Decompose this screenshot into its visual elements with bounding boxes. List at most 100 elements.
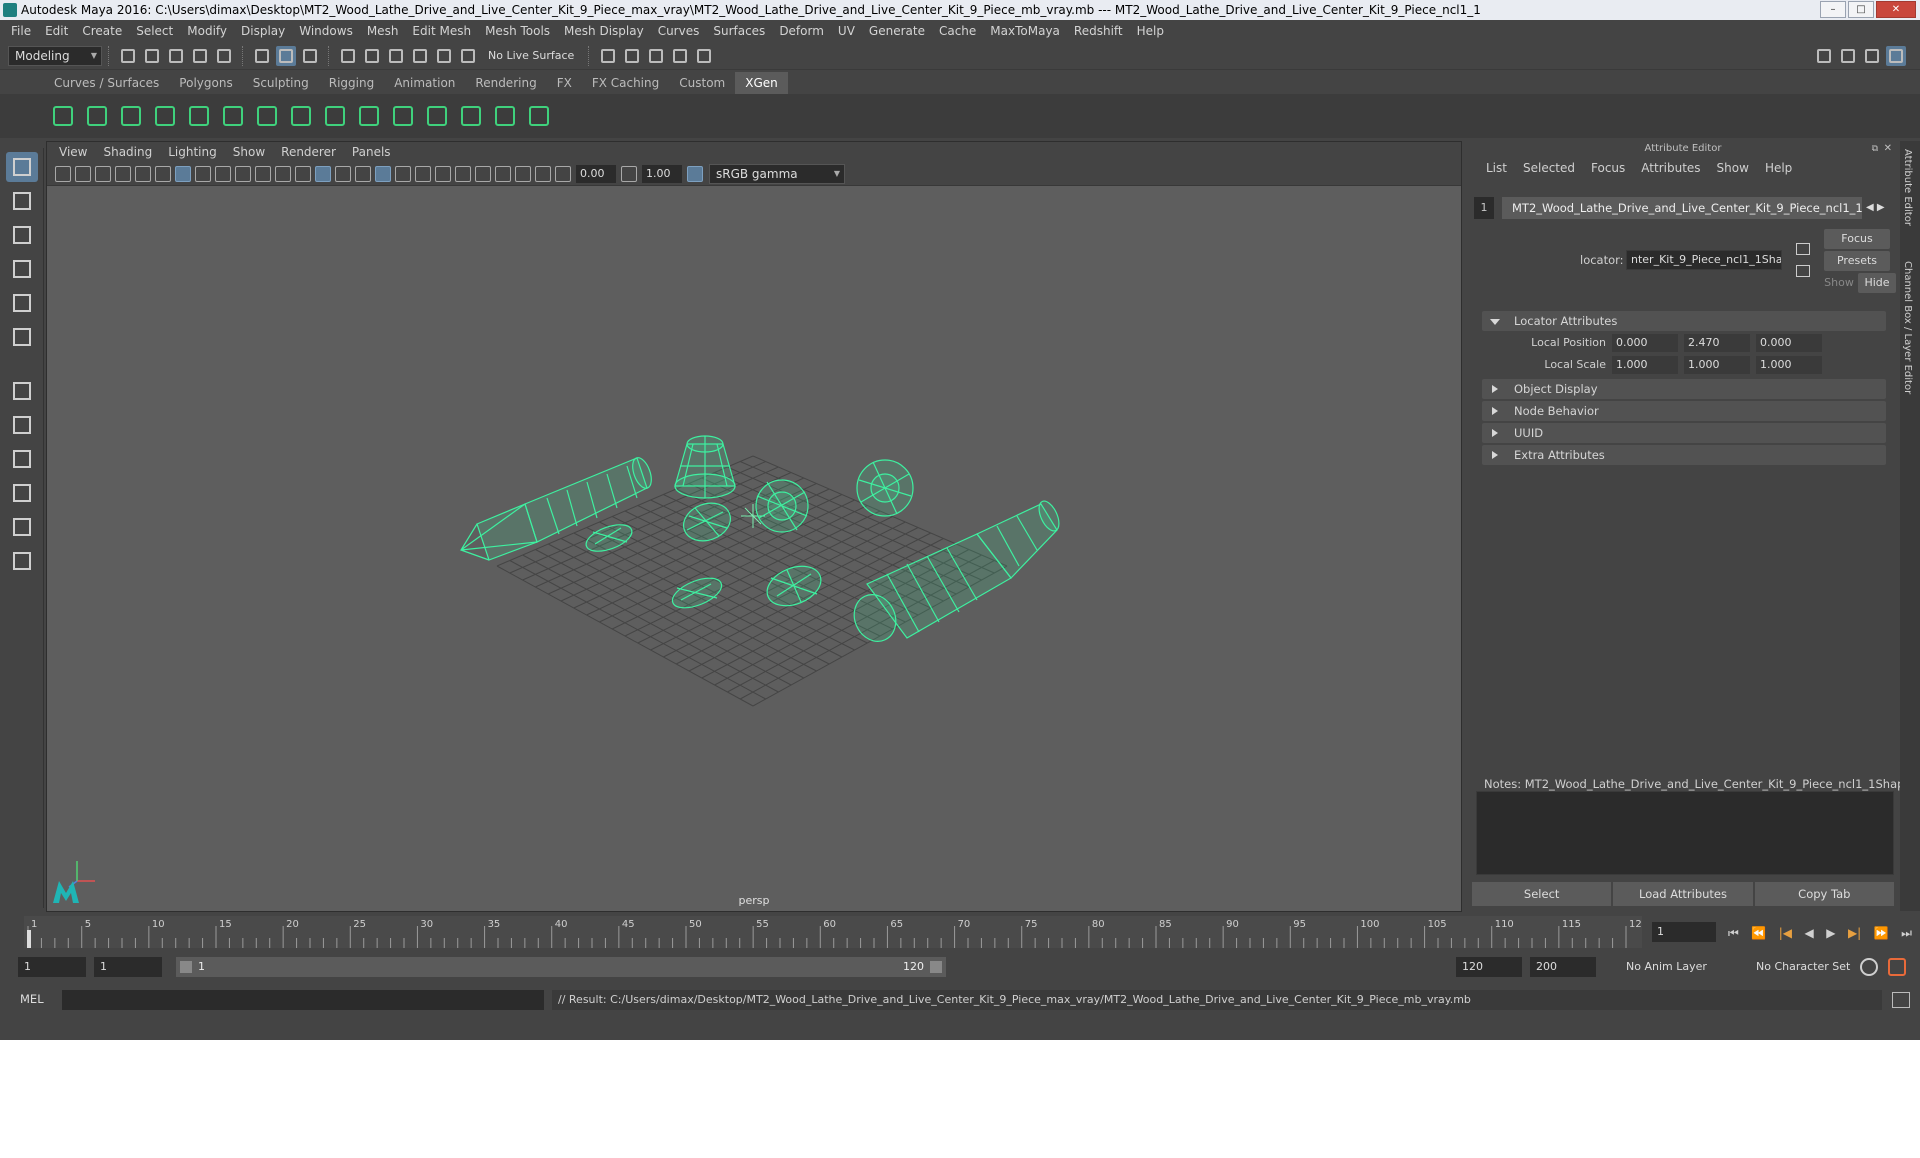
xgen-editor-icon[interactable] <box>49 101 77 131</box>
load-attributes-button[interactable]: Load Attributes <box>1613 882 1753 906</box>
local-scale-z-field[interactable]: 1.000 <box>1756 356 1822 374</box>
xgen-hexagon-icon[interactable] <box>525 101 553 131</box>
snap-curve-icon[interactable] <box>362 46 382 66</box>
step-forward-icon[interactable]: ▶| <box>1848 926 1861 940</box>
motion-blur-icon[interactable] <box>435 165 451 182</box>
tab-fx[interactable]: FX <box>547 72 582 94</box>
anim-layer-dropdown[interactable]: No Anim Layer <box>1620 957 1746 977</box>
wireframe-icon[interactable] <box>175 165 191 182</box>
range-start-handle[interactable] <box>180 961 192 973</box>
start-time-field[interactable]: 1 <box>18 957 86 977</box>
uv-layout-icon[interactable] <box>6 546 38 576</box>
tab-sculpting[interactable]: Sculpting <box>243 72 319 94</box>
section-node-behavior[interactable]: Node Behavior <box>1482 401 1886 421</box>
tool-settings-icon[interactable] <box>1862 46 1882 66</box>
hypershade-icon[interactable] <box>694 46 714 66</box>
drive-spur-center[interactable] <box>755 479 809 533</box>
bounding-box-icon[interactable] <box>535 165 551 182</box>
four-prong-spur[interactable] <box>678 497 735 547</box>
hypershade-layout-icon[interactable] <box>6 512 38 542</box>
menu-modify[interactable]: Modify <box>180 24 234 38</box>
open-scene-icon[interactable] <box>142 46 162 66</box>
lights-icon[interactable] <box>355 165 371 182</box>
scale-tool-icon[interactable] <box>6 322 38 352</box>
playback-start-field[interactable]: 1 <box>94 957 162 977</box>
local-position-z-field[interactable]: 0.000 <box>1756 334 1822 352</box>
ae-menu-focus[interactable]: Focus <box>1583 161 1633 175</box>
render-frame-icon[interactable] <box>622 46 642 66</box>
xgen-cut-icon[interactable] <box>491 101 519 131</box>
live-center-left[interactable] <box>460 455 655 561</box>
screen-space-icon[interactable] <box>515 165 531 182</box>
character-set-dropdown[interactable]: No Character Set <box>1750 957 1874 977</box>
tab-channel-box[interactable]: Channel Box / Layer Editor <box>1902 261 1913 394</box>
menu-create[interactable]: Create <box>75 24 129 38</box>
move-tool-icon[interactable] <box>6 254 38 284</box>
safe-action-icon[interactable] <box>275 165 291 182</box>
exposure-icon[interactable] <box>555 165 571 182</box>
depth-of-field-icon[interactable] <box>475 165 491 182</box>
xgen-sculpt-guide-icon[interactable] <box>253 101 281 131</box>
persp-graph-layout-icon[interactable] <box>6 478 38 508</box>
tab-fx-caching[interactable]: FX Caching <box>582 72 669 94</box>
menu-cache[interactable]: Cache <box>932 24 983 38</box>
scene-view[interactable] <box>47 186 1461 911</box>
xgen-create-description-icon[interactable] <box>117 101 145 131</box>
time-slider[interactable]: 1 5 10 15 20 25 30 35 40 45 50 55 60 65 70 75 80 85 90 95 10… <box>0 914 1920 950</box>
go-start-icon[interactable]: ⏮ <box>1728 926 1739 941</box>
vp-menu-show[interactable]: Show <box>225 145 273 159</box>
cone-drive-center[interactable] <box>674 435 736 499</box>
menu-uv[interactable]: UV <box>831 24 862 38</box>
local-position-y-field[interactable]: 2.470 <box>1684 334 1750 352</box>
vp-menu-shading[interactable]: Shading <box>95 145 160 159</box>
xgen-layers-icon[interactable] <box>355 101 383 131</box>
select-component-icon[interactable] <box>300 46 320 66</box>
playback-end-field[interactable]: 120 <box>1456 957 1522 977</box>
command-input[interactable] <box>62 990 544 1010</box>
menu-edit-mesh[interactable]: Edit Mesh <box>405 24 478 38</box>
tab-attribute-editor[interactable]: Attribute Editor <box>1902 149 1913 226</box>
menu-mesh[interactable]: Mesh <box>360 24 406 38</box>
tab-rendering[interactable]: Rendering <box>465 72 546 94</box>
minimize-button[interactable]: – <box>1820 1 1846 18</box>
play-forward-icon[interactable]: ▶ <box>1826 926 1835 940</box>
select-hierarchy-icon[interactable] <box>252 46 272 66</box>
tab-animation[interactable]: Animation <box>384 72 465 94</box>
menu-maxtomaya[interactable]: MaxToMaya <box>983 24 1067 38</box>
menu-surfaces[interactable]: Surfaces <box>706 24 772 38</box>
local-scale-y-field[interactable]: 1.000 <box>1684 356 1750 374</box>
menu-deform[interactable]: Deform <box>772 24 831 38</box>
wireframe-on-shaded-icon[interactable] <box>295 165 311 182</box>
menu-file[interactable]: File <box>4 24 38 38</box>
range-slider[interactable]: 1 120 <box>176 957 946 977</box>
tab-custom[interactable]: Custom <box>669 72 735 94</box>
menu-select[interactable]: Select <box>129 24 180 38</box>
locator-name-field[interactable]: nter_Kit_9_Piece_ncl1_1Shape <box>1626 250 1782 270</box>
ae-menu-help[interactable]: Help <box>1757 161 1800 175</box>
tab-polygons[interactable]: Polygons <box>169 72 242 94</box>
xgen-grass-icon[interactable] <box>423 101 451 131</box>
menu-mesh-display[interactable]: Mesh Display <box>557 24 651 38</box>
maximize-button[interactable]: □ <box>1848 1 1874 18</box>
menu-windows[interactable]: Windows <box>292 24 360 38</box>
float-panel-icon[interactable]: ⧉ <box>1872 141 1878 157</box>
xgen-guides-icon[interactable] <box>151 101 179 131</box>
input-connections-icon[interactable] <box>1796 243 1810 255</box>
render-settings-icon[interactable] <box>598 46 618 66</box>
vp-menu-lighting[interactable]: Lighting <box>160 145 225 159</box>
step-back-key-icon[interactable]: ⏪ <box>1751 926 1766 940</box>
four-view-layout-icon[interactable] <box>6 410 38 440</box>
render-view-icon[interactable] <box>670 46 690 66</box>
close-button[interactable]: ✕ <box>1876 1 1916 18</box>
menu-set-dropdown[interactable]: Modeling <box>8 45 102 66</box>
script-language-toggle[interactable]: MEL <box>20 992 44 1006</box>
ae-menu-selected[interactable]: Selected <box>1515 161 1583 175</box>
preferences-icon[interactable] <box>1888 958 1906 976</box>
current-frame-field[interactable]: 1 <box>1652 922 1716 942</box>
smooth-shade-icon[interactable] <box>195 165 211 182</box>
new-scene-icon[interactable] <box>118 46 138 66</box>
paint-select-tool-icon[interactable] <box>6 220 38 250</box>
modeling-toolkit-icon[interactable] <box>1814 46 1834 66</box>
xgen-bend-icon[interactable] <box>389 101 417 131</box>
bookmark-icon[interactable] <box>95 165 111 182</box>
